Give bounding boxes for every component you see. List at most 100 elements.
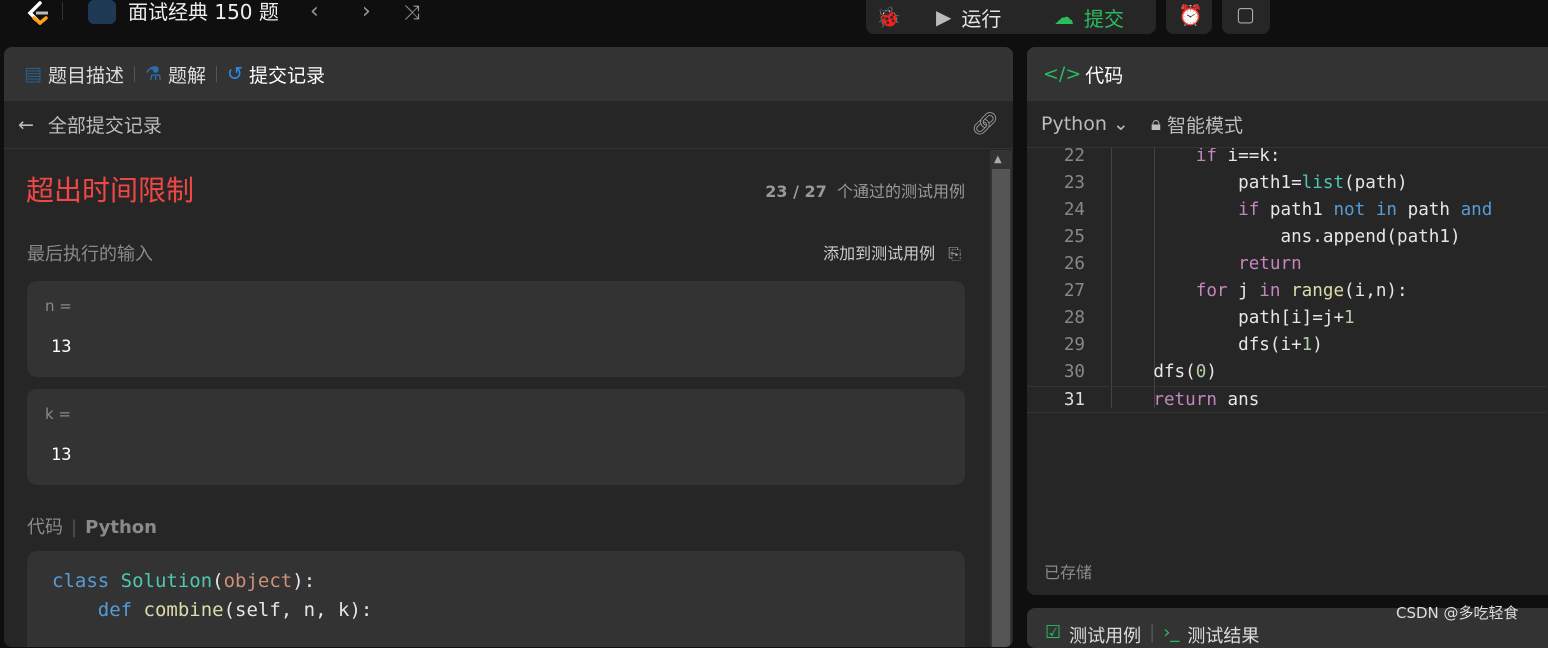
code-token: range [1291,281,1345,301]
link-icon[interactable]: 🔗︎ [971,112,999,137]
tab-solutions[interactable]: ⚗ 题解 [145,61,206,88]
submit-label: 提交 [1084,6,1124,31]
divider [216,66,218,82]
code-token: return [1111,390,1228,410]
line-number: 27 [1063,281,1085,301]
code-token: class [52,570,121,592]
line-code: if i==k: [1111,148,1281,170]
code-token: list [1301,173,1345,193]
code-token: for [1111,281,1239,301]
code-token: ans [1227,390,1260,410]
line-code: ans.append(path1) [1111,224,1461,251]
divider [62,2,63,20]
scrollbar-thumb[interactable] [992,169,1010,647]
smart-mode-toggle[interactable]: 智能模式 [1167,111,1243,138]
line-number: 29 [1063,335,1085,355]
line-number: 23 [1063,173,1085,193]
line-number: 26 [1063,254,1085,274]
next-problem-icon[interactable]: › [362,0,371,24]
checkbox-icon: ☑ [1045,622,1062,643]
status-title: 超出时间限制 [26,174,195,207]
code-editor[interactable]: 22 if i==k: 23 path1=list(path) 24 if path… [1027,148,1548,418]
tab-testcase[interactable]: 测试用例 [1069,622,1141,648]
submission-subheader: ← 全部提交记录 🔗︎ [4,101,1013,149]
line-code: return ans [1111,387,1259,414]
code-line: def combine(self, n, k): [52,596,373,625]
divider [133,66,135,82]
editor-toolbar: Python ⌄ 🔒︎ 智能模式 [1027,101,1548,148]
code-token: def [97,599,144,621]
code-token: ) [1206,362,1217,382]
left-panel: ▤ 题目描述 ⚗ 题解 ↺ 提交记录 ← 全部提交记录 🔗︎ ▲ 超出时间限制 23 … [4,47,1013,647]
code-token: object [223,570,293,592]
last-input-label: 最后执行的输入 [27,244,153,265]
line-code: dfs(0) [1111,359,1217,386]
editor-panel: </> 代码 Python ⌄ 🔒︎ 智能模式 22 if i==k: 23 pat… [1027,47,1548,595]
input-card-k: k = 13 [27,389,965,485]
code-lang-label: 代码 | Python [27,517,157,538]
tab-description[interactable]: ▤ 题目描述 [24,61,124,88]
prev-problem-icon[interactable]: ‹ [310,0,319,24]
input-value: 13 [51,337,72,357]
study-plan-title[interactable]: 面试经典 150 题 [128,0,279,24]
code-token: if [1111,148,1228,166]
leetcode-logo-icon[interactable] [22,0,52,28]
all-submissions-link[interactable]: 全部提交记录 [48,111,162,138]
chevron-down-icon: ⌄ [1112,113,1129,135]
code-token: 1 [1301,335,1313,355]
run-label: 运行 [961,6,1002,31]
code-line: 28 path[i]=j+1 [1027,305,1547,332]
alarm-clock-icon: ⏰ [1178,3,1203,27]
line-number: 28 [1063,308,1085,328]
terminal-icon: ›_ [1163,622,1180,643]
editor-title: 代码 [1085,64,1124,87]
code-token: 1 [1344,308,1355,328]
back-arrow-icon[interactable]: ← [18,114,34,136]
code-label: 代码 [27,517,63,538]
scrollbar[interactable]: ▲ [990,150,1012,647]
code-token: ) [1312,335,1323,355]
tab-submissions[interactable]: ↺ 提交记录 [227,61,325,88]
timer-button[interactable]: ⏰ [1166,0,1212,34]
tab-test-result[interactable]: 测试结果 [1187,622,1259,648]
input-name: n = [45,297,72,315]
code-token: return [1111,254,1302,274]
history-icon: ↺ [227,63,243,85]
add-testcase-button[interactable]: 添加到测试用例 ⎘ [823,240,961,264]
editor-header: </> 代码 [1027,47,1548,101]
language-select[interactable]: Python ⌄ [1041,113,1129,135]
study-plan-icon[interactable] [88,0,116,24]
tab-label: 题目描述 [47,64,124,87]
play-icon: ▶ [936,5,952,29]
code-token: dfs( [1111,362,1196,382]
tab-label: 题解 [168,64,207,87]
passed-cases: 23 / 27 个通过的测试用例 [765,178,965,202]
scroll-up-icon[interactable]: ▲ [994,154,1008,165]
code-line: 30 dfs(0) [1027,359,1547,386]
code-token: Solution [120,570,213,592]
line-number: 24 [1063,200,1085,220]
notes-button[interactable]: ▢ [1222,0,1270,34]
code-token: path [1407,200,1461,220]
run-button[interactable]: ▶ 运行 [936,0,1001,34]
code-token: and [1460,200,1493,220]
code-line: class Solution(object): [52,567,372,596]
input-card-n: n = 13 [27,281,965,377]
code-token: ): [292,570,316,592]
line-code: dfs(i+1) [1111,332,1323,359]
input-name: k = [45,405,72,423]
submit-button[interactable]: ☁ 提交 [1054,0,1124,34]
code-token: (self, n, k): [223,599,373,621]
add-file-icon: ⎘ [948,244,961,263]
line-code: path1=list(path) [1111,170,1408,197]
language-value: Python [1041,113,1107,135]
code-token: if [1111,200,1270,220]
code-token: path1 [1269,200,1334,220]
shuffle-icon[interactable]: ⤨ [404,0,420,24]
passed-count: 23 / 27 [765,182,827,201]
input-value: 13 [51,445,72,465]
code-token: path[i]=j+ [1111,308,1345,328]
code-token: ans.append(path1) [1111,227,1461,247]
note-icon: ▢ [1236,2,1255,26]
debug-locked-icon[interactable]: 🐞 [876,0,901,34]
